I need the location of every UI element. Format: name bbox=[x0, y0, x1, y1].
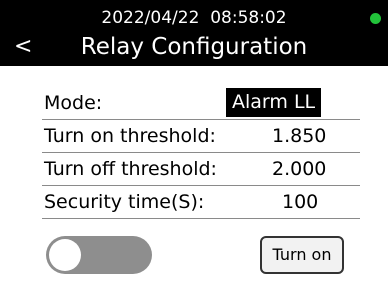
mode-value-selector[interactable]: Alarm LL bbox=[226, 88, 322, 117]
turn-off-threshold-row: Turn off threshold: 2.000 bbox=[42, 152, 360, 186]
toggle-knob bbox=[49, 239, 81, 271]
status-indicator-icon bbox=[370, 13, 381, 24]
security-time-row: Security time(S): 100 bbox=[42, 185, 360, 219]
mode-row: Mode: Alarm LL bbox=[42, 86, 360, 120]
relay-toggle-switch[interactable] bbox=[46, 236, 152, 274]
turn-on-threshold-row: Turn on threshold: 1.850 bbox=[42, 119, 360, 153]
security-time-value[interactable]: 100 bbox=[282, 190, 318, 214]
page-title: Relay Configuration bbox=[80, 34, 308, 60]
turn-on-button[interactable]: Turn on bbox=[260, 236, 344, 274]
datetime-display: 2022/04/22 08:58:02 bbox=[101, 8, 287, 28]
turn-off-threshold-value[interactable]: 2.000 bbox=[272, 157, 326, 181]
header-bar: 2022/04/22 08:58:02 < Relay Configuratio… bbox=[0, 0, 388, 66]
relay-configuration-screen: 2022/04/22 08:58:02 < Relay Configuratio… bbox=[0, 0, 388, 293]
security-time-label: Security time(S): bbox=[44, 191, 205, 213]
turn-off-threshold-label: Turn off threshold: bbox=[44, 158, 217, 180]
turn-on-threshold-label: Turn on threshold: bbox=[44, 125, 216, 147]
turn-on-threshold-value[interactable]: 1.850 bbox=[272, 124, 326, 148]
mode-label: Mode: bbox=[44, 92, 103, 114]
